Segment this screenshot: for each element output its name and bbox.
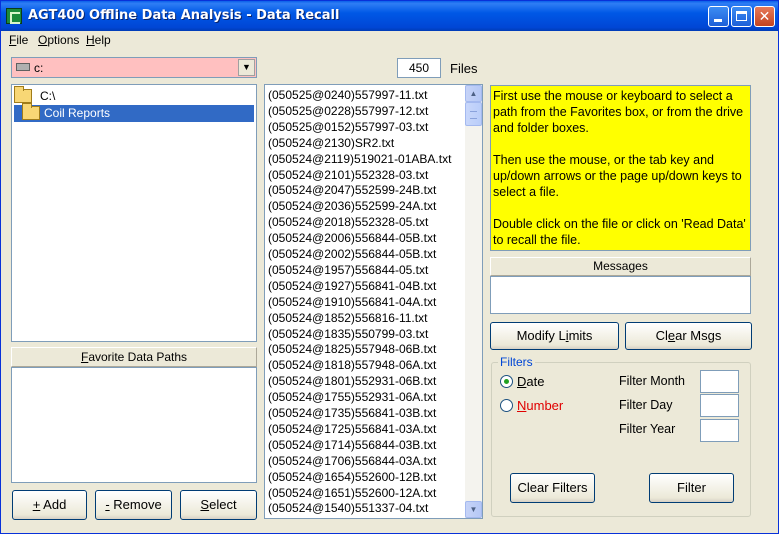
folder-list[interactable]: C:\ Coil Reports <box>11 84 257 342</box>
app-window: AGT400 Offline Data Analysis - Data Reca… <box>0 0 779 534</box>
filter-month-label: Filter Month <box>619 374 685 388</box>
file-list-item[interactable]: (050524@2036)552599-24A.txt <box>268 198 436 214</box>
instructions-panel: First use the mouse or keyboard to selec… <box>490 85 751 251</box>
scroll-thumb[interactable] <box>465 102 482 126</box>
scroll-up-icon[interactable]: ▲ <box>465 85 482 102</box>
minimize-button[interactable] <box>708 6 729 27</box>
menu-file[interactable]: File <box>9 33 28 47</box>
file-list-scrollbar[interactable]: ▲ ▼ <box>465 85 482 518</box>
file-list-item[interactable]: (050524@1825)557948-06B.txt <box>268 341 436 357</box>
menu-help[interactable]: Help <box>86 33 111 47</box>
file-list-item[interactable]: (050524@1706)556844-03A.txt <box>268 453 436 469</box>
file-list-item[interactable]: (050525@0152)557997-03.txt <box>268 119 428 135</box>
add-button[interactable]: + Add <box>12 490 87 520</box>
title-bar[interactable]: AGT400 Offline Data Analysis - Data Reca… <box>1 1 778 31</box>
filter-day-label: Filter Day <box>619 398 673 412</box>
file-list-item[interactable]: (050524@1957)556844-05.txt <box>268 262 428 278</box>
file-list-item[interactable]: (050524@1852)556816-11.txt <box>268 310 427 326</box>
drive-value: c: <box>34 61 44 75</box>
folder-item-selected[interactable]: Coil Reports <box>14 103 254 122</box>
scroll-down-icon[interactable]: ▼ <box>465 501 482 518</box>
remove-button[interactable]: - Remove <box>95 490 172 520</box>
number-radio[interactable] <box>500 399 513 412</box>
file-list-item[interactable]: (050524@2101)552328-03.txt <box>268 167 428 183</box>
chevron-down-icon[interactable]: ▼ <box>238 59 255 76</box>
filters-legend: Filters <box>498 355 535 369</box>
clear-msgs-button[interactable]: Clear Msgs <box>625 322 752 350</box>
date-radio[interactable] <box>500 375 513 388</box>
close-button[interactable]: ✕ <box>754 6 775 27</box>
file-list-item[interactable]: (050524@1651)552600-12A.txt <box>268 485 436 501</box>
file-list-item[interactable]: (050524@1654)552600-12B.txt <box>268 469 436 485</box>
files-label: Files <box>450 61 478 76</box>
drive-icon <box>16 63 30 71</box>
file-list-item[interactable]: (050524@1735)556841-03B.txt <box>268 405 436 421</box>
file-list-item[interactable]: (050524@2047)552599-24B.txt <box>268 182 436 198</box>
messages-label: Messages <box>490 257 751 276</box>
file-list-item[interactable]: (050524@1835)550799-03.txt <box>268 326 428 342</box>
file-list-item[interactable]: (050524@1910)556841-04A.txt <box>268 294 436 310</box>
clear-filters-button[interactable]: Clear Filters <box>510 473 595 503</box>
file-list-item[interactable]: (050524@1927)556841-04B.txt <box>268 278 436 294</box>
file-list-item[interactable]: (050524@2002)556844-05B.txt <box>268 246 436 262</box>
minimize-icon <box>714 19 722 22</box>
maximize-button[interactable] <box>731 6 752 27</box>
app-icon[interactable] <box>6 8 22 24</box>
number-radio-label[interactable]: Number <box>517 398 563 413</box>
window-title: AGT400 Offline Data Analysis - Data Reca… <box>28 8 340 23</box>
folder-open-icon <box>22 103 40 120</box>
folder-open-icon <box>14 86 32 103</box>
instruction-text: Then use the mouse, or the tab key and u… <box>493 153 742 199</box>
filter-year-input[interactable] <box>700 419 739 442</box>
menu-options[interactable]: Options <box>38 33 79 47</box>
maximize-icon <box>736 11 747 21</box>
file-list-item[interactable]: (050524@1725)556841-03A.txt <box>268 421 436 437</box>
file-list-item[interactable]: (050524@1755)552931-06A.txt <box>268 389 436 405</box>
favorites-list[interactable] <box>11 367 257 483</box>
file-list-item[interactable]: (050524@2018)552328-05.txt <box>268 214 428 230</box>
filter-year-label: Filter Year <box>619 422 676 436</box>
file-list-item[interactable]: (050524@2119)519021-01ABA.txt <box>268 151 451 167</box>
file-count-field: 450 <box>397 58 441 78</box>
menu-bar: File Options Help <box>1 31 778 49</box>
file-list-item[interactable]: (050524@1801)552931-06B.txt <box>268 373 436 389</box>
file-list-item[interactable]: (050525@0240)557997-11.txt <box>268 87 427 103</box>
close-icon: ✕ <box>758 8 771 24</box>
file-list-item[interactable]: (050524@2006)556844-05B.txt <box>268 230 436 246</box>
filter-month-input[interactable] <box>700 370 739 393</box>
file-list-item[interactable]: (050524@1714)556844-03B.txt <box>268 437 436 453</box>
file-list-item[interactable]: (050524@2130)SR2.txt <box>268 135 394 151</box>
instruction-text: Double click on the file or click on 'Re… <box>493 217 746 247</box>
filter-button[interactable]: Filter <box>649 473 734 503</box>
favorites-label: Favorite Data Paths <box>11 347 257 367</box>
modify-limits-button[interactable]: Modify Limits <box>490 322 619 350</box>
file-list-item[interactable]: (050525@0228)557997-12.txt <box>268 103 428 119</box>
select-button[interactable]: Select <box>180 490 257 520</box>
filter-day-input[interactable] <box>700 394 739 417</box>
date-radio-label[interactable]: Date <box>517 374 544 389</box>
drive-select[interactable]: c: ▼ <box>11 57 257 78</box>
file-list-item[interactable]: (050524@1818)557948-06A.txt <box>268 357 436 373</box>
file-list[interactable]: (050525@0240)557997-11.txt (050525@0228)5… <box>264 84 483 519</box>
messages-box[interactable] <box>490 276 751 314</box>
file-list-item[interactable]: (050524@1540)551337-04.txt <box>268 500 428 516</box>
instruction-text: First use the mouse or keyboard to selec… <box>493 89 744 135</box>
